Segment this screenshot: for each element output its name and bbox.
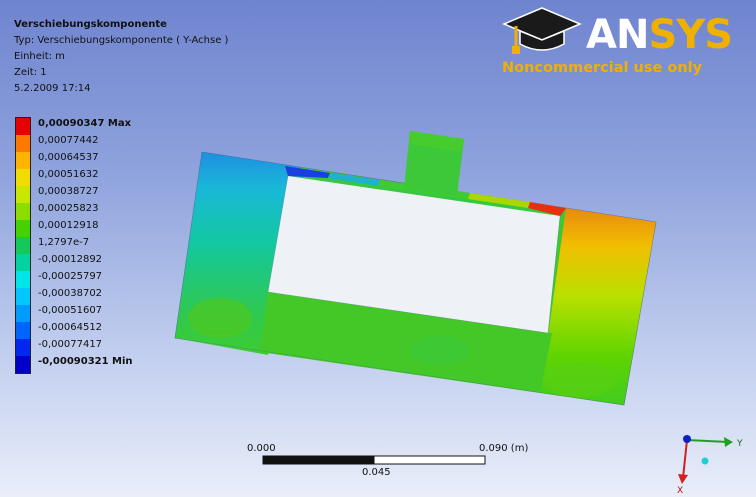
triad-sphere-icon: [701, 457, 709, 465]
axis-triad[interactable]: Y X: [0, 0, 756, 497]
triad-x-label: X: [677, 486, 683, 496]
y-axis-arrow: [686, 439, 729, 443]
z-axis-dot: [683, 435, 691, 443]
x-axis-arrow: [682, 439, 688, 479]
triad-y-label: Y: [736, 439, 743, 449]
